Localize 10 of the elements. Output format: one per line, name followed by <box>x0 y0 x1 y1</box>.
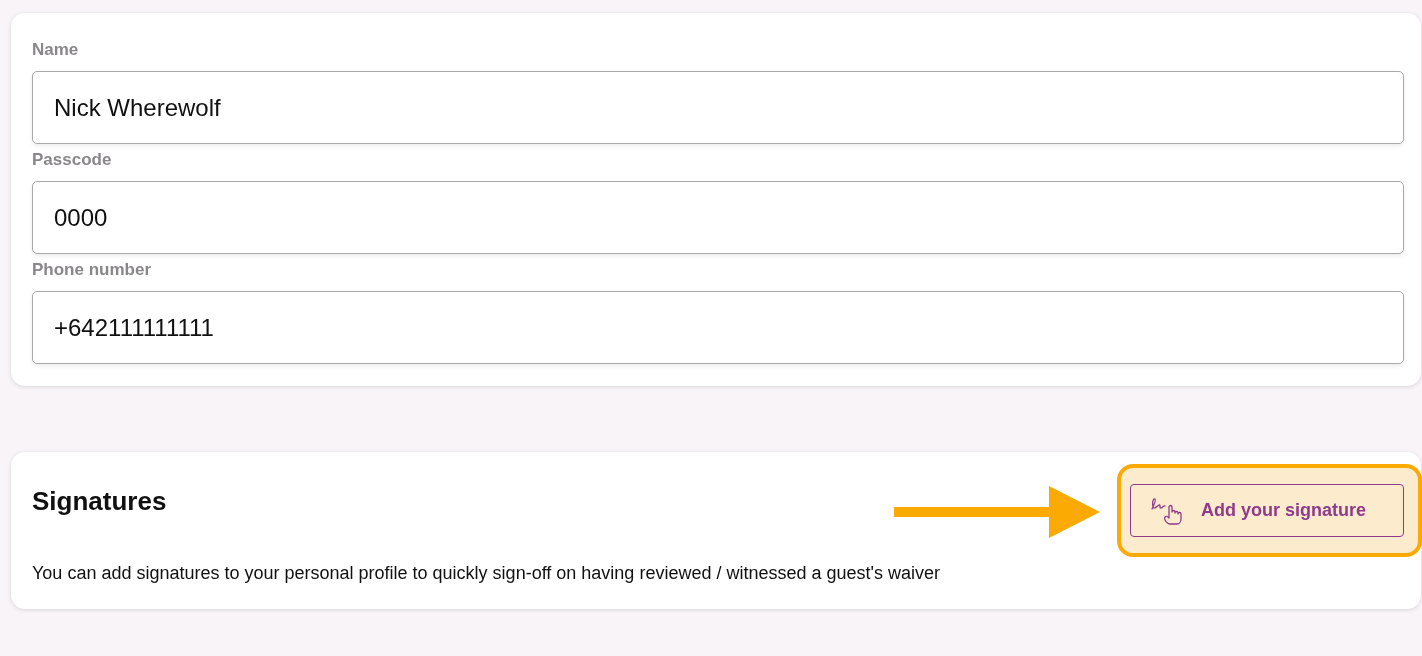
input-field[interactable]: 0000 <box>32 181 1404 254</box>
signature-hand-icon <box>1151 496 1183 525</box>
field-label: Passcode <box>32 150 113 170</box>
section-title: Signatures <box>32 486 168 516</box>
section-description: You can add signatures to your personal profile to quickly sign-off on having reviewed / witnessed a guest's waiver <box>32 562 941 584</box>
field-label: Name <box>32 40 80 60</box>
input-field[interactable]: +642111111111 <box>32 291 1404 364</box>
input-field[interactable]: Nick Wherewolf <box>32 71 1404 144</box>
field-label: Phone number <box>32 260 152 280</box>
add-signature-button[interactable]: Add your signature <box>1130 484 1404 537</box>
